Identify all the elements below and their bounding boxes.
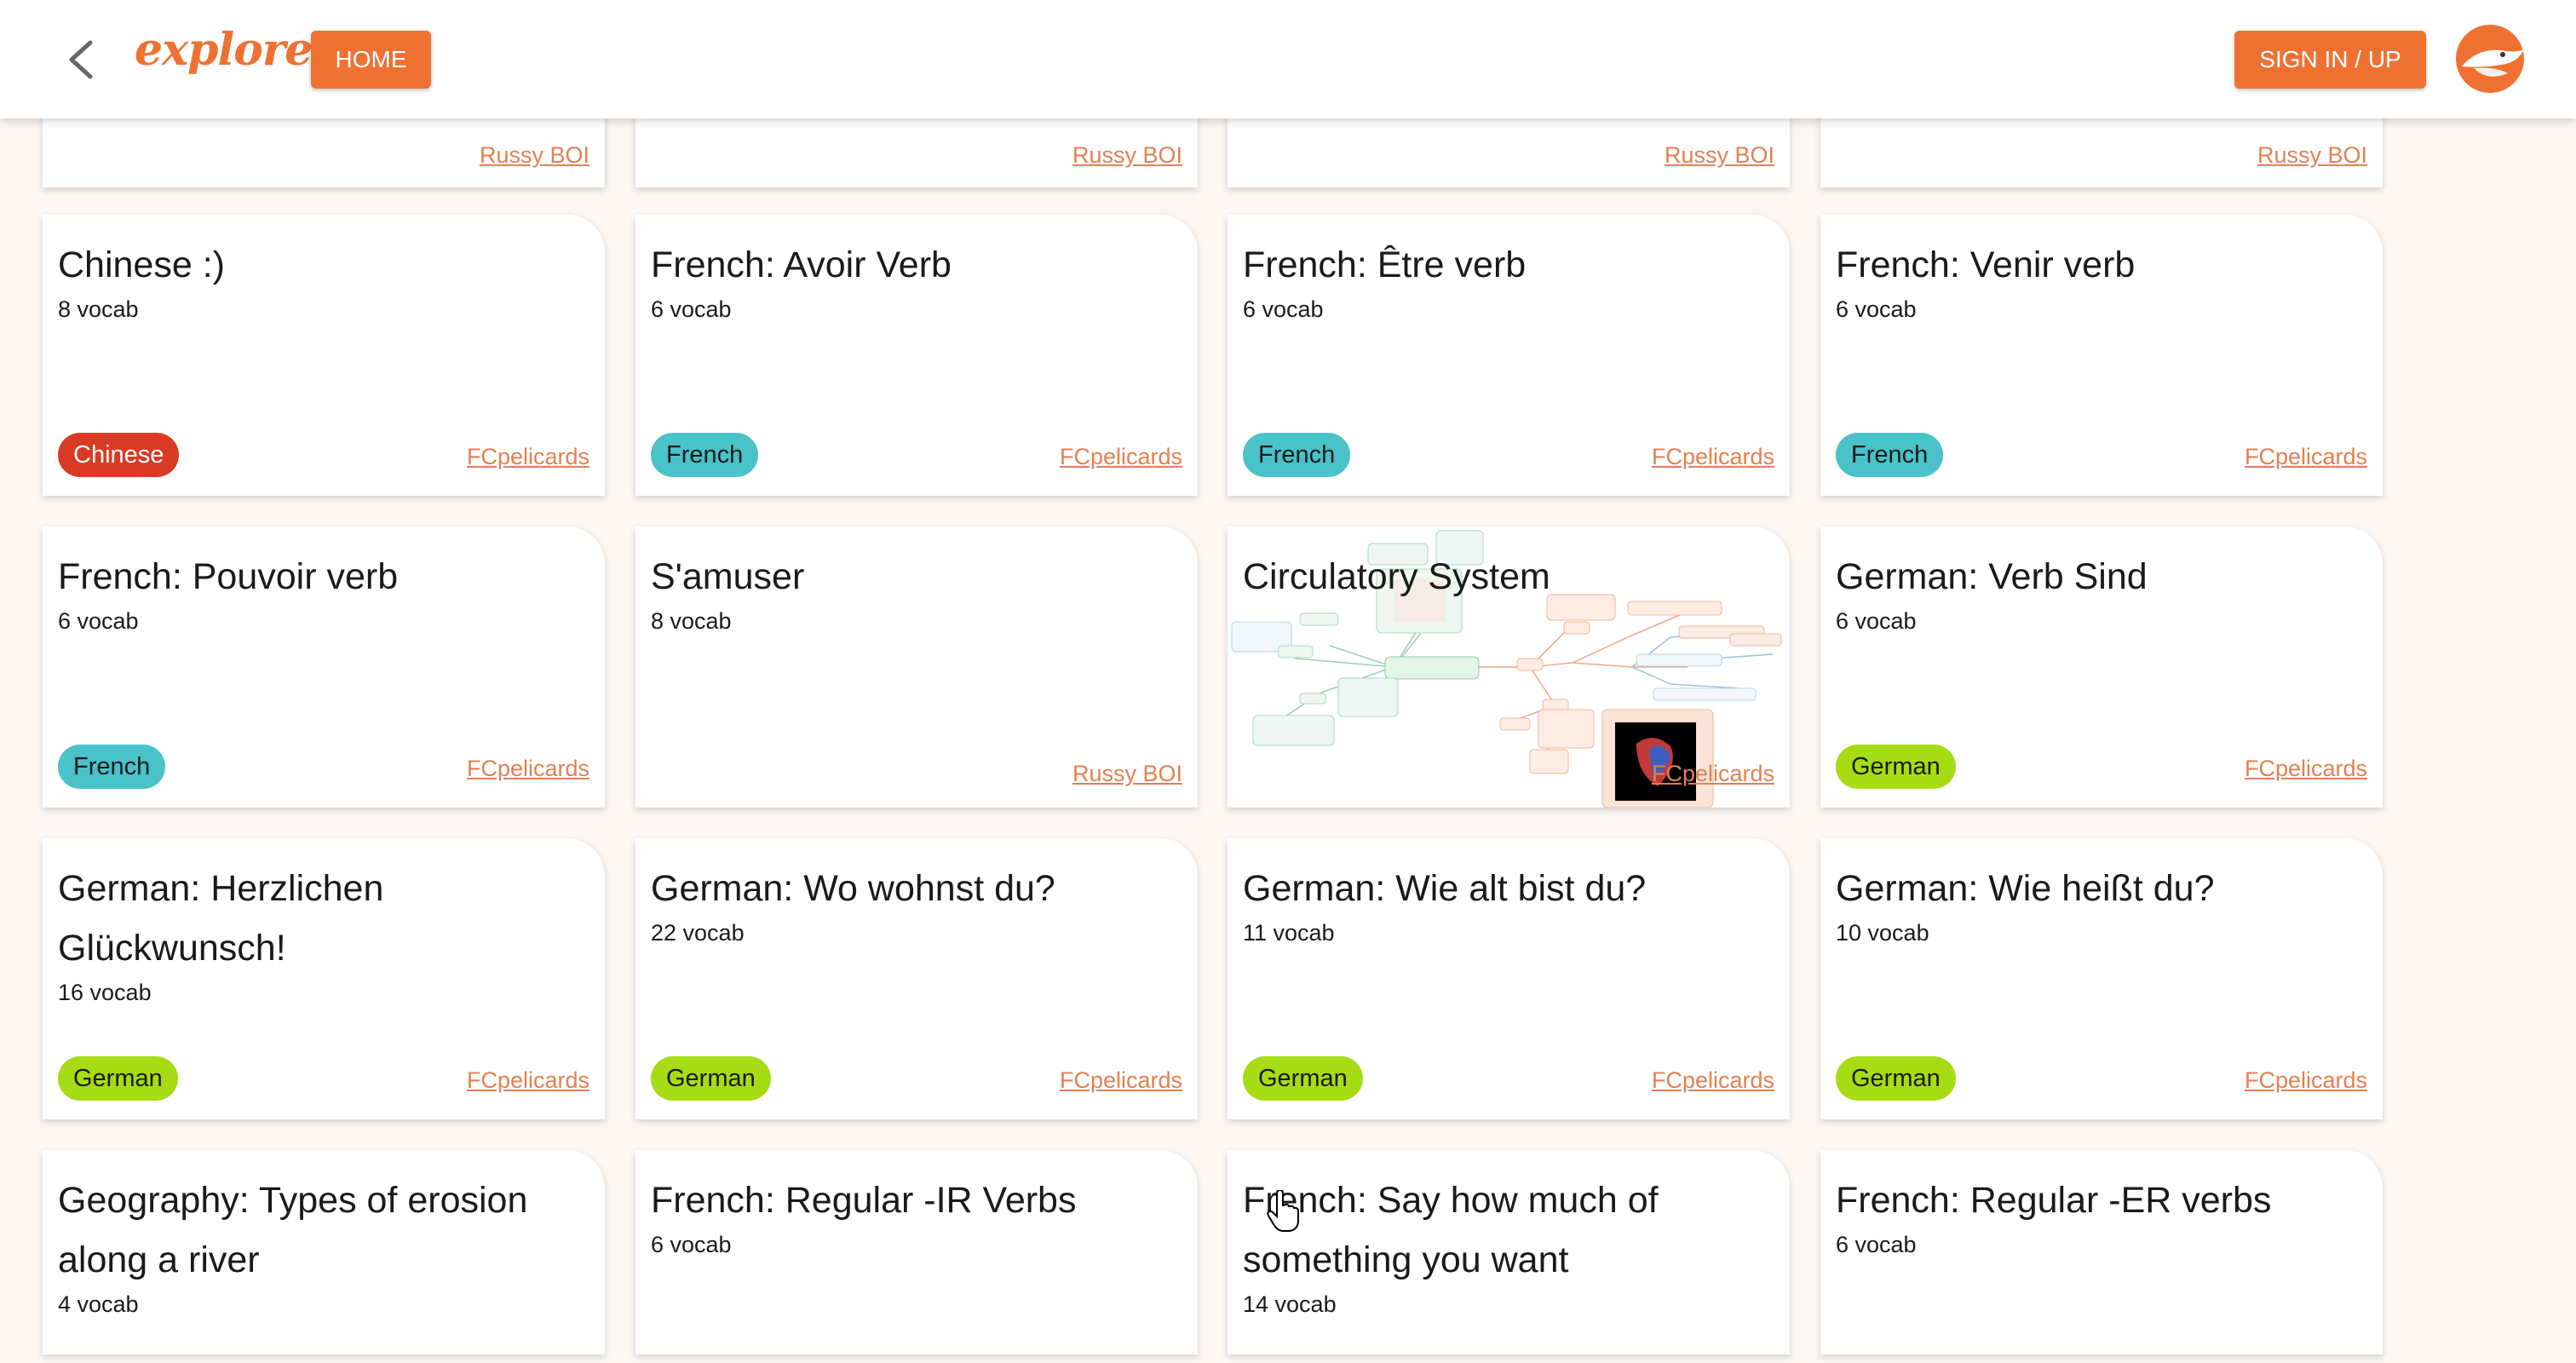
vocab-count: 4 vocab: [58, 1291, 139, 1317]
author-link[interactable]: FCpelicards: [1652, 1067, 1774, 1094]
deck-card-chinese[interactable]: Chinese :) 8 vocab Chinese FCpelicards: [43, 215, 605, 496]
deck-title: German: Verb Sind: [1836, 556, 2148, 597]
deck-title: French: Avoir Verb: [651, 244, 952, 285]
vocab-count: 11 vocab: [1243, 920, 1335, 946]
author-link[interactable]: FCpelicards: [1652, 444, 1774, 470]
vocab-count: 10 vocab: [1836, 920, 1929, 946]
language-tag[interactable]: French: [58, 745, 166, 789]
language-tag[interactable]: German: [1836, 1056, 1956, 1101]
deck-title: French: Être verb: [1243, 244, 1527, 285]
language-tag[interactable]: German: [651, 1056, 771, 1101]
explore-logo[interactable]: explore: [135, 24, 313, 76]
vocab-count: 16 vocab: [58, 980, 152, 1005]
author-link[interactable]: Russy BOI: [1072, 761, 1182, 787]
deck-card-regular-ir[interactable]: French: Regular -IR Verbs 6 vocab: [635, 1150, 1198, 1354]
vocab-count: 8 vocab: [651, 608, 732, 634]
language-tag[interactable]: German: [58, 1056, 178, 1101]
author-link[interactable]: FCpelicards: [1652, 761, 1774, 787]
language-tag[interactable]: German: [1243, 1056, 1363, 1101]
vocab-count: 6 vocab: [1836, 608, 1917, 634]
deck-title: German: Wie heißt du?: [1836, 868, 2215, 909]
vocab-count: 6 vocab: [651, 296, 732, 322]
deck-card-circulatory-system[interactable]: Circulatory System FCpelicards: [1228, 526, 1790, 808]
author-link[interactable]: Russy BOI: [1072, 142, 1182, 169]
author-link[interactable]: FCpelicards: [467, 1067, 589, 1094]
language-tag[interactable]: Chinese: [58, 433, 180, 477]
hand-pointer-cursor-icon: [1267, 1190, 1299, 1232]
language-tag[interactable]: German: [1836, 745, 1956, 789]
deck-card-herzlichen[interactable]: German: Herzlichen Glückwunsch! 16 vocab…: [43, 838, 605, 1119]
deck-card-venir[interactable]: French: Venir verb 6 vocab French FCpeli…: [1820, 215, 2383, 496]
deck-title: Circulatory System: [1243, 556, 1550, 597]
deck-title: German: Wo wohnst du?: [651, 868, 1055, 909]
author-link[interactable]: FCpelicards: [1060, 444, 1182, 470]
vocab-count: 8 vocab: [58, 296, 139, 322]
vocab-count: 14 vocab: [1243, 1291, 1337, 1317]
deck-card-say-how-much[interactable]: French: Say how much of something you wa…: [1228, 1150, 1790, 1354]
language-tag[interactable]: French: [1243, 433, 1351, 477]
author-link[interactable]: FCpelicards: [467, 756, 589, 782]
deck-title: French: Venir verb: [1836, 244, 2136, 285]
author-link[interactable]: FCpelicards: [2245, 444, 2367, 470]
vocab-count: 6 vocab: [1243, 296, 1324, 322]
vocab-count: 6 vocab: [651, 1232, 732, 1257]
language-tag[interactable]: French: [1836, 433, 1944, 477]
deck-card-avoir[interactable]: French: Avoir Verb 6 vocab French FCpeli…: [635, 215, 1198, 496]
author-link[interactable]: FCpelicards: [2245, 1067, 2367, 1094]
author-link[interactable]: Russy BOI: [2257, 142, 2367, 169]
vocab-count: 22 vocab: [651, 920, 745, 946]
deck-card-geography-erosion[interactable]: Geography: Types of erosion along a rive…: [43, 1150, 605, 1354]
deck-card-wo-wohnst[interactable]: German: Wo wohnst du? 22 vocab German FC…: [635, 838, 1198, 1119]
deck-card-samuser[interactable]: S'amuser 8 vocab Russy BOI: [635, 526, 1198, 808]
top-app-bar: explore HOME SIGN IN / UP: [0, 0, 2576, 118]
deck-title: German: Wie alt bist du?: [1243, 868, 1647, 909]
author-link[interactable]: FCpelicards: [467, 444, 589, 470]
home-button[interactable]: HOME: [311, 31, 431, 89]
vocab-count: 6 vocab: [1836, 296, 1917, 322]
author-link[interactable]: Russy BOI: [1665, 142, 1774, 169]
deck-title: French: Regular -IR Verbs: [651, 1180, 1077, 1221]
deck-title: S'amuser: [651, 556, 805, 597]
deck-title: French: Pouvoir verb: [58, 556, 399, 597]
back-arrow-icon[interactable]: [61, 36, 102, 83]
sign-in-up-button[interactable]: SIGN IN / UP: [2234, 31, 2426, 89]
author-link[interactable]: Russy BOI: [480, 142, 589, 169]
deck-card-verb-sind[interactable]: German: Verb Sind 6 vocab German FCpelic…: [1820, 526, 2383, 808]
vocab-count: 6 vocab: [1836, 1232, 1917, 1257]
deck-card-pouvoir[interactable]: French: Pouvoir verb 6 vocab French FCpe…: [43, 526, 605, 808]
deck-card-etre[interactable]: French: Être verb 6 vocab French FCpelic…: [1228, 215, 1790, 496]
author-link[interactable]: FCpelicards: [2245, 756, 2367, 782]
pelican-logo-avatar[interactable]: [2453, 22, 2527, 95]
deck-title: French: Regular -ER verbs: [1836, 1180, 2272, 1221]
deck-title: Chinese :): [58, 244, 225, 285]
deck-title: German: Herzlichen Glückwunsch!: [58, 868, 384, 969]
deck-title: French: Say how much of something you wa…: [1243, 1180, 1659, 1280]
language-tag[interactable]: French: [651, 433, 759, 477]
deck-card-wie-heisst[interactable]: German: Wie heißt du? 10 vocab German FC…: [1820, 838, 2383, 1119]
vocab-count: 6 vocab: [58, 608, 139, 634]
author-link[interactable]: FCpelicards: [1060, 1067, 1182, 1094]
deck-title: Geography: Types of erosion along a rive…: [58, 1180, 528, 1280]
deck-card-regular-er[interactable]: French: Regular -ER verbs 6 vocab: [1820, 1150, 2383, 1354]
deck-card-wie-alt[interactable]: German: Wie alt bist du? 11 vocab German…: [1228, 838, 1790, 1119]
